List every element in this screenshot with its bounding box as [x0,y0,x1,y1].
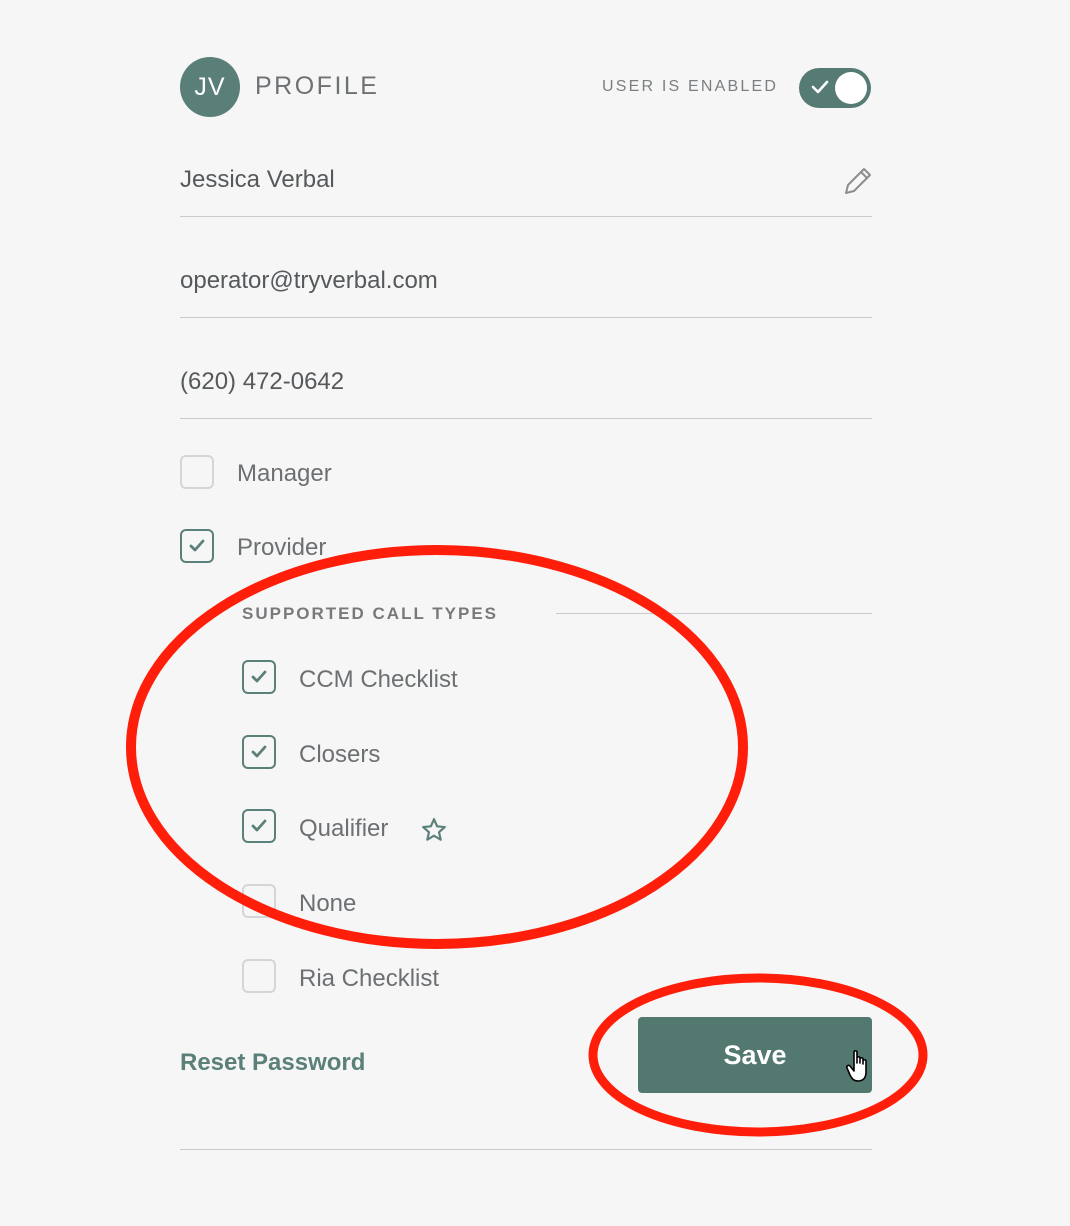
supported-call-types-heading: SUPPORTED CALL TYPES [242,604,498,623]
user-enabled-label: USER IS ENABLED [602,78,779,95]
provider-label: Provider [237,534,327,561]
save-button[interactable]: Save [638,1017,872,1093]
call-type-label: Qualifier [299,815,389,842]
annotation-overlay [126,545,928,1137]
bottom-divider [180,1149,872,1150]
check-icon [811,80,829,94]
call-type-checkbox-qualifier[interactable] [242,809,276,843]
manager-label: Manager [237,460,332,487]
email-field-underline [180,317,872,318]
toggle-knob [835,72,867,104]
pencil-icon[interactable] [842,165,874,197]
call-type-label: Ria Checklist [299,965,440,992]
check-icon [251,745,267,758]
check-icon [251,819,267,832]
manager-checkbox[interactable] [180,455,214,489]
name-field[interactable]: Jessica Verbal [180,166,335,194]
hand-cursor-icon [846,1050,867,1082]
phone-field[interactable]: (620) 472-0642 [180,368,344,396]
call-type-label: CCM Checklist [299,666,458,693]
call-type-checkbox-ria-checklist[interactable] [242,959,276,993]
call-type-checkbox-closers[interactable] [242,735,276,769]
avatar: JV [180,57,240,117]
page-title: PROFILE [255,72,380,100]
call-type-label: None [299,890,357,917]
user-enabled-toggle[interactable] [799,68,871,108]
check-icon [189,539,205,552]
section-divider [556,613,872,614]
name-field-underline [180,216,872,217]
call-type-label: Closers [299,741,381,768]
check-icon [251,670,267,683]
phone-field-underline [180,418,872,419]
provider-checkbox[interactable] [180,529,214,563]
call-type-checkbox-none[interactable] [242,884,276,918]
star-icon[interactable] [421,817,447,843]
reset-password-link[interactable]: Reset Password [180,1049,365,1077]
email-field[interactable]: operator@tryverbal.com [180,267,438,295]
call-type-checkbox-ccm-checklist[interactable] [242,660,276,694]
